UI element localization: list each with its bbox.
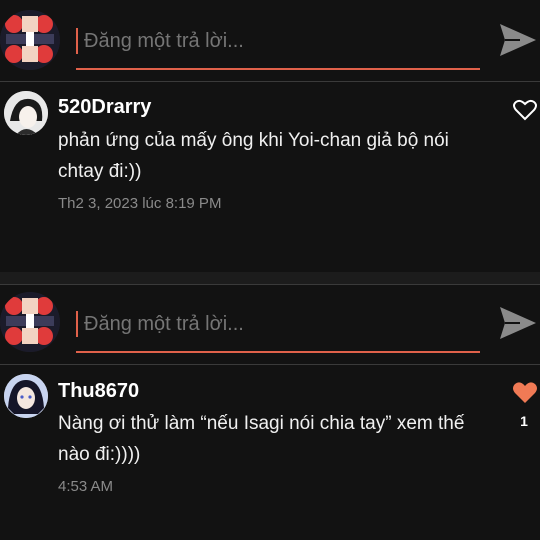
reply-input-underline — [76, 68, 480, 70]
send-icon[interactable] — [498, 303, 538, 343]
current-user-avatar[interactable] — [0, 10, 60, 70]
like-count: 1 — [520, 413, 528, 429]
comment-text: Nàng ơi thử làm “nếu Isagi nói chia tay”… — [58, 413, 465, 465]
divider — [0, 364, 540, 365]
comment-username[interactable]: Thu8670 — [58, 380, 139, 403]
commenter-avatar[interactable] — [4, 374, 48, 418]
comment-text: phản ứng của mấy ông khi Yoi-chan giả bộ… — [58, 130, 449, 182]
heart-filled-icon[interactable] — [512, 381, 538, 405]
heart-outline-icon[interactable] — [512, 98, 538, 122]
reply-bar-top — [0, 0, 540, 80]
comment-timestamp: 4:53 AM — [58, 478, 114, 495]
reply-input[interactable] — [76, 304, 480, 344]
comment-username[interactable]: 520Drarry — [58, 96, 151, 119]
reply-input[interactable] — [76, 21, 480, 61]
divider — [0, 81, 540, 82]
comment-timestamp: Th2 3, 2023 lúc 8:19 PM — [58, 195, 222, 212]
reply-bar-bottom — [0, 285, 540, 363]
send-icon[interactable] — [498, 20, 538, 60]
section-gap — [0, 272, 540, 284]
commenter-avatar[interactable] — [4, 91, 48, 135]
reply-input-underline — [76, 351, 480, 353]
current-user-avatar[interactable] — [0, 292, 60, 352]
